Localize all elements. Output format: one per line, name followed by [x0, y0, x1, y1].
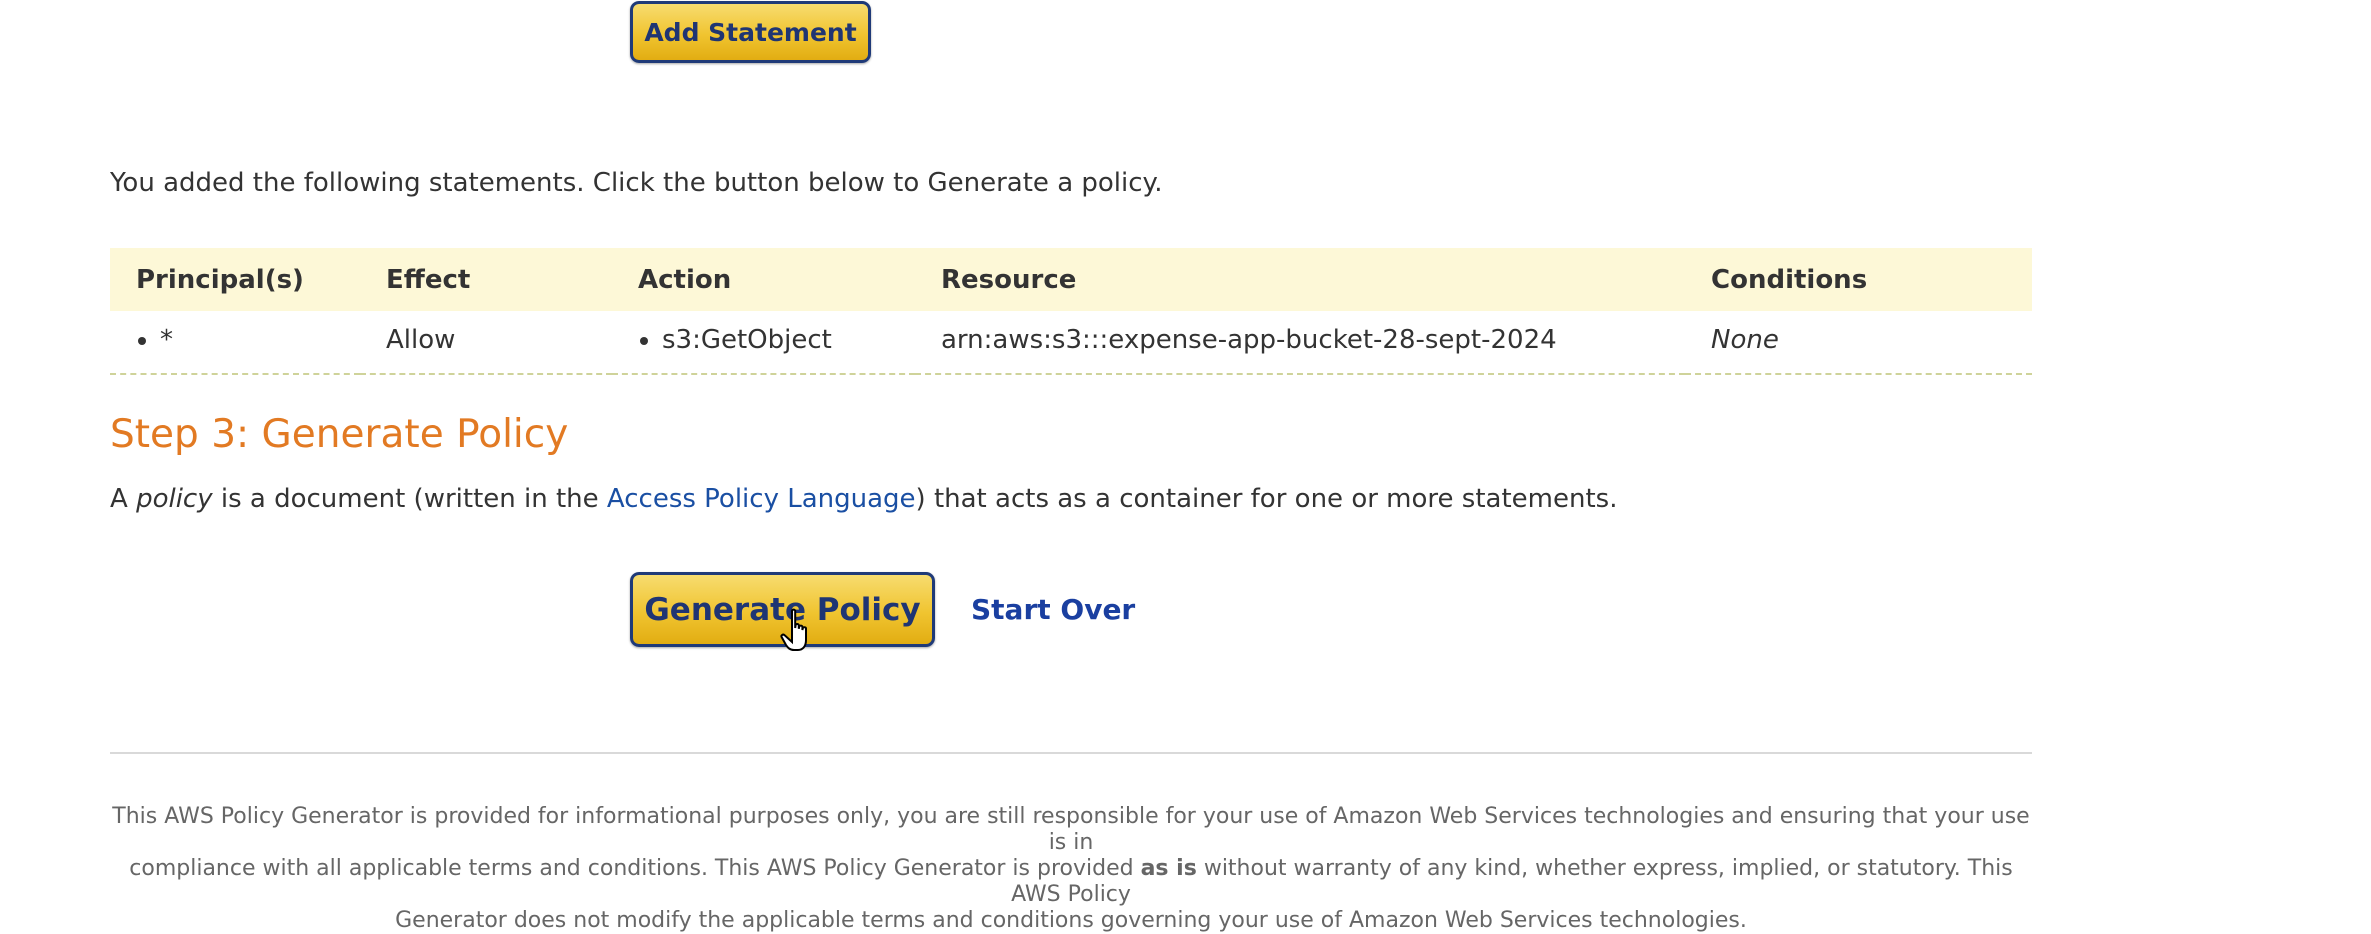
- desc-middle: is a document (written in the: [212, 484, 607, 514]
- policy-description: A policy is a document (written in the A…: [110, 484, 1617, 514]
- action-item: s3:GetObject: [662, 325, 915, 355]
- step3-heading: Step 3: Generate Policy: [110, 412, 569, 457]
- cell-conditions: None: [1685, 311, 2032, 375]
- col-header-principals: Principal(s): [110, 248, 360, 311]
- desc-suffix: ) that acts as a container for one or mo…: [915, 484, 1618, 514]
- footer-divider: [110, 752, 2032, 754]
- disclaimer-line-3: Generator does not modify the applicable…: [395, 908, 1747, 933]
- col-header-action: Action: [612, 248, 915, 311]
- table-row: * Allow s3:GetObject arn:aws:s3:::expens…: [110, 311, 2032, 375]
- disclaimer-text: This AWS Policy Generator is provided fo…: [110, 804, 2032, 934]
- cell-action: s3:GetObject: [612, 311, 915, 375]
- disclaimer-as-is: as is: [1140, 856, 1197, 881]
- add-statement-button[interactable]: Add Statement: [630, 1, 871, 63]
- table-header-row: Principal(s) Effect Action Resource Cond…: [110, 248, 2032, 311]
- cell-resource: arn:aws:s3:::expense-app-bucket-28-sept-…: [915, 311, 1685, 375]
- disclaimer-line-1: This AWS Policy Generator is provided fo…: [112, 804, 2030, 855]
- col-header-resource: Resource: [915, 248, 1685, 311]
- hand-pointer-icon: [780, 608, 807, 651]
- statements-intro-text: You added the following statements. Clic…: [110, 168, 1163, 198]
- col-header-effect: Effect: [360, 248, 612, 311]
- cell-principal: *: [110, 311, 360, 375]
- start-over-link[interactable]: Start Over: [971, 593, 1135, 626]
- col-header-conditions: Conditions: [1685, 248, 2032, 311]
- statements-table: Principal(s) Effect Action Resource Cond…: [110, 248, 2032, 375]
- principal-item: *: [160, 325, 360, 355]
- access-policy-language-link[interactable]: Access Policy Language: [607, 484, 916, 514]
- disclaimer-line-2-prefix: compliance with all applicable terms and…: [129, 856, 1141, 881]
- cell-effect: Allow: [360, 311, 612, 375]
- desc-prefix: A: [110, 484, 137, 514]
- desc-policy-term: policy: [136, 484, 213, 514]
